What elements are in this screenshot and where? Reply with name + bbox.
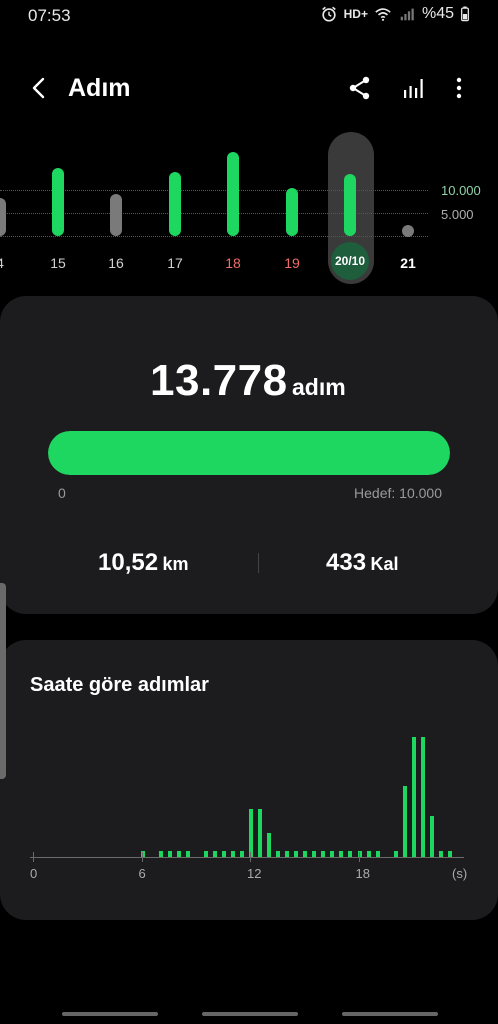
goal-progress-bar [48, 431, 450, 475]
stats-icon[interactable] [400, 74, 428, 102]
hourly-bar [420, 737, 425, 857]
day-label[interactable]: 21 [378, 255, 438, 271]
day-bar[interactable] [0, 197, 6, 236]
status-icons: HD+ %45 [320, 5, 470, 23]
signal-icon [400, 8, 414, 21]
hour-tick [250, 852, 251, 862]
nav-home-button[interactable] [202, 1012, 298, 1016]
hour-tick-label: 12 [247, 866, 262, 881]
goal-line-label: 10.000 [441, 183, 481, 198]
hour-tick [141, 852, 143, 862]
hour-tick-label: 18 [355, 866, 370, 881]
back-icon[interactable] [26, 74, 54, 102]
day-bar[interactable] [227, 152, 239, 236]
hourly-bar [411, 737, 416, 857]
day-label[interactable]: 19 [262, 255, 322, 271]
network-label: HD+ [343, 7, 368, 21]
day-bar[interactable] [344, 174, 356, 236]
hourly-bar [258, 809, 263, 857]
wifi-icon [375, 8, 391, 21]
page-title: Adım [68, 74, 131, 102]
hour-tick-label: (s) [452, 866, 468, 881]
day-bar[interactable] [286, 187, 298, 236]
hourly-title: Saate göre adımlar [30, 674, 209, 696]
mid-line-label: 5.000 [441, 207, 474, 222]
distance-stat: 10,52 km [98, 549, 189, 577]
hourly-bar [402, 786, 407, 857]
hourly-bar [249, 809, 253, 857]
step-unit: adım [292, 374, 346, 400]
day-label[interactable]: 4 [0, 255, 30, 271]
hourly-bar [429, 816, 434, 857]
nav-back-button[interactable] [342, 1012, 438, 1016]
status-bar: 07:53 HD+ %45 [0, 0, 498, 30]
day-bar[interactable] [169, 172, 181, 236]
battery-icon [461, 6, 469, 22]
day-label[interactable]: 17 [145, 255, 205, 271]
status-time: 07:53 [28, 6, 71, 25]
hourly-bar [267, 833, 272, 857]
distance-value: 10,52 [98, 549, 159, 576]
day-empty-dot [402, 225, 414, 237]
progress-start-label: 0 [58, 485, 66, 501]
hour-tick-label: 6 [138, 866, 146, 881]
day-label[interactable]: 20/10 [320, 254, 380, 268]
hourly-card: Saate göre adımlar 0 6 12 18 (s) [0, 640, 498, 920]
base-gridline [0, 236, 428, 237]
edge-panel-handle[interactable] [0, 583, 6, 779]
distance-unit: km [162, 554, 189, 574]
mid-gridline [0, 213, 428, 214]
calories-unit: Kal [370, 554, 399, 574]
hour-tick [358, 852, 360, 862]
day-label[interactable]: 15 [28, 255, 88, 271]
calories-value: 433 [326, 549, 367, 576]
hour-tick-label: 0 [30, 866, 38, 881]
daily-steps-chart: 10.000 5.000 4151617181920/1021 [0, 130, 498, 290]
hour-tick [33, 852, 34, 862]
goal-gridline [0, 190, 428, 191]
nav-recent-button[interactable] [62, 1012, 158, 1016]
day-bar[interactable] [52, 167, 64, 236]
calories-stat: 433 Kal [326, 549, 399, 577]
battery-level: %45 [421, 5, 454, 22]
day-bar[interactable] [110, 194, 122, 236]
summary-card: 13.778 adım 0 Hedef: 10.000 10,52 km 433… [0, 296, 498, 614]
goal-label: Hedef: 10.000 [354, 485, 442, 501]
app-bar: Adım [0, 60, 498, 116]
day-label[interactable]: 18 [203, 255, 263, 271]
hourly-axis [30, 857, 464, 858]
goal-progress-fill [48, 431, 450, 475]
step-count: 13.778 [150, 356, 288, 405]
stats-divider [258, 553, 259, 573]
more-icon[interactable] [445, 74, 473, 102]
alarm-icon [321, 6, 336, 22]
share-icon[interactable] [346, 74, 374, 102]
nav-bar [0, 1004, 498, 1024]
day-label[interactable]: 16 [86, 255, 146, 271]
